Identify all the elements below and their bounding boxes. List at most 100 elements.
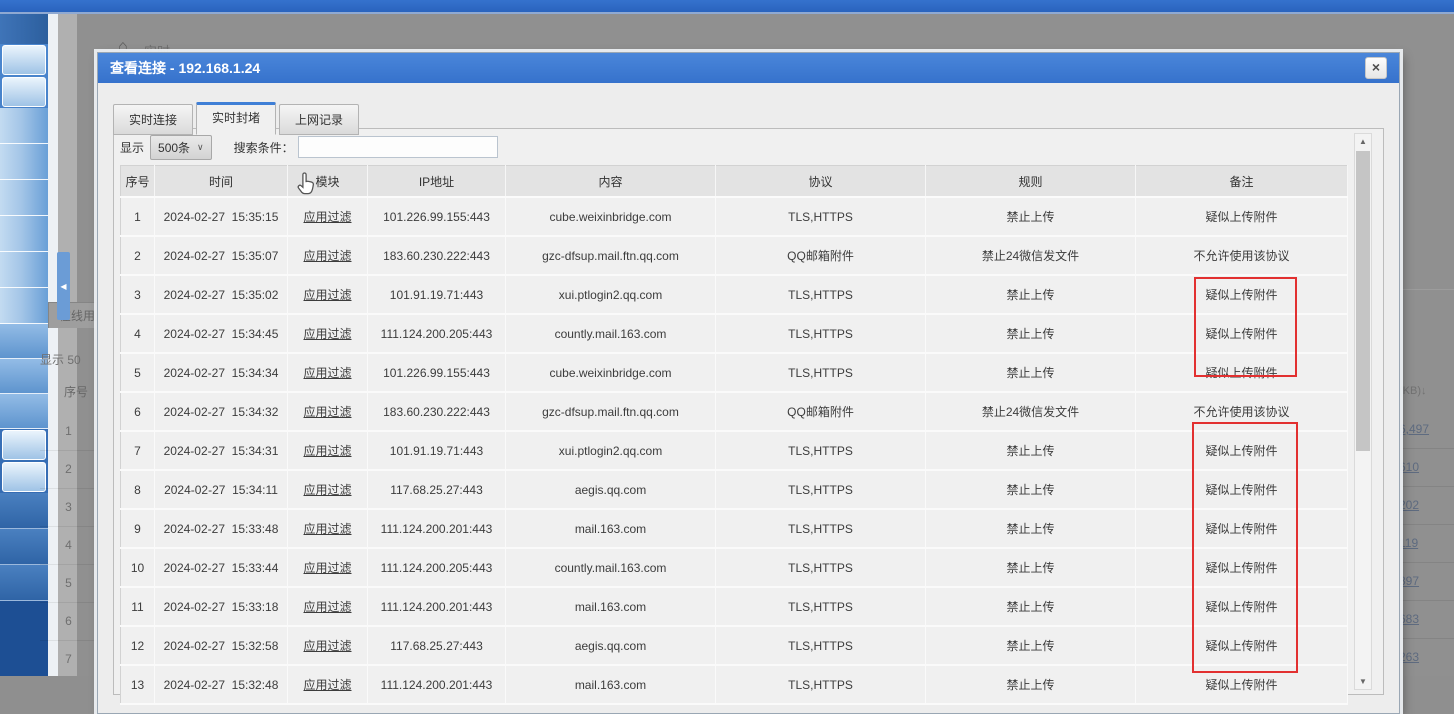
background-kb-link[interactable]: 119: [1399, 525, 1454, 563]
sidebar-item[interactable]: [0, 180, 48, 216]
background-row-number: 4: [40, 527, 97, 565]
scroll-up-icon[interactable]: ▲: [1355, 134, 1371, 149]
dialog-title: 查看连接 - 192.168.1.24: [110, 58, 260, 78]
scroll-down-icon[interactable]: ▼: [1355, 674, 1371, 689]
cell-index: 2: [121, 236, 155, 275]
background-kb-link[interactable]: 202: [1399, 487, 1454, 525]
cell-module[interactable]: 应用过滤: [288, 275, 368, 314]
col-header-rule: 规则: [926, 166, 1136, 198]
table-row[interactable]: 52024-02-27 15:34:34应用过滤101.226.99.155:4…: [121, 353, 1348, 392]
cell-module[interactable]: 应用过滤: [288, 392, 368, 431]
table-row[interactable]: 62024-02-27 15:34:32应用过滤183.60.230.222:4…: [121, 392, 1348, 431]
cell-rule: 禁止上传: [926, 314, 1136, 353]
cell-rule: 禁止上传: [926, 665, 1136, 704]
cell-remark: 疑似上传附件: [1136, 353, 1348, 392]
table-row[interactable]: 132024-02-27 15:32:48应用过滤111.124.200.201…: [121, 665, 1348, 704]
col-header-remark: 备注: [1136, 166, 1348, 198]
vertical-scrollbar[interactable]: ▲ ▼: [1354, 133, 1372, 690]
cell-time: 2024-02-27 15:34:32: [155, 392, 288, 431]
table-row[interactable]: 72024-02-27 15:34:31应用过滤101.91.19.71:443…: [121, 431, 1348, 470]
sidebar-item[interactable]: [2, 45, 46, 75]
cell-rule: 禁止24微信发文件: [926, 236, 1136, 275]
tab-internet-records[interactable]: 上网记录: [279, 104, 359, 135]
cell-time: 2024-02-27 15:35:02: [155, 275, 288, 314]
table-row[interactable]: 112024-02-27 15:33:18应用过滤111.124.200.201…: [121, 587, 1348, 626]
table-row[interactable]: 82024-02-27 15:34:11应用过滤117.68.25.27:443…: [121, 470, 1348, 509]
table-row[interactable]: 42024-02-27 15:34:45应用过滤111.124.200.205:…: [121, 314, 1348, 353]
scrollbar-thumb[interactable]: [1356, 151, 1370, 451]
cell-module[interactable]: 应用过滤: [288, 431, 368, 470]
close-icon[interactable]: ×: [1365, 57, 1387, 79]
cell-index: 4: [121, 314, 155, 353]
cell-protocol: QQ邮箱附件: [716, 236, 926, 275]
cell-ip: 101.91.19.71:443: [368, 275, 506, 314]
top-bar: [0, 0, 1454, 14]
cell-ip: 183.60.230.222:443: [368, 392, 506, 431]
background-kb-link[interactable]: 610: [1399, 449, 1454, 487]
dialog-titlebar[interactable]: 查看连接 - 192.168.1.24 ×: [98, 53, 1399, 83]
cell-module[interactable]: 应用过滤: [288, 587, 368, 626]
sidebar-item[interactable]: [0, 216, 48, 252]
cell-rule: 禁止上传: [926, 197, 1136, 236]
collapse-left-arrow-icon: ◀: [60, 282, 66, 291]
cell-module[interactable]: 应用过滤: [288, 470, 368, 509]
cell-module[interactable]: 应用过滤: [288, 665, 368, 704]
cell-protocol: TLS,HTTPS: [716, 314, 926, 353]
background-kb-link[interactable]: 6,497: [1399, 411, 1454, 449]
cell-time: 2024-02-27 15:34:11: [155, 470, 288, 509]
cell-content: countly.mail.163.com: [506, 314, 716, 353]
page-size-select[interactable]: 500条 ∨: [150, 135, 212, 160]
cell-index: 6: [121, 392, 155, 431]
background-kb-link[interactable]: 263: [1399, 639, 1454, 676]
cell-protocol: TLS,HTTPS: [716, 470, 926, 509]
table-row[interactable]: 32024-02-27 15:35:02应用过滤101.91.19.71:443…: [121, 275, 1348, 314]
cell-protocol: TLS,HTTPS: [716, 548, 926, 587]
blocked-table-wrap: 序号时间模块IP地址内容协议规则备注 12024-02-27 15:35:15应…: [120, 165, 1347, 705]
cell-module[interactable]: 应用过滤: [288, 626, 368, 665]
cell-module[interactable]: 应用过滤: [288, 353, 368, 392]
tab-realtime-connections[interactable]: 实时连接: [113, 104, 193, 135]
table-row[interactable]: 22024-02-27 15:35:07应用过滤183.60.230.222:4…: [121, 236, 1348, 275]
cell-remark: 疑似上传附件: [1136, 548, 1348, 587]
background-row-numbers: 1234567: [40, 413, 97, 676]
table-row[interactable]: 102024-02-27 15:33:44应用过滤111.124.200.205…: [121, 548, 1348, 587]
sidebar-collapse-handle[interactable]: ◀: [57, 252, 70, 320]
background-kb-header[interactable]: (KB)↓: [1399, 385, 1427, 397]
cell-remark: 疑似上传附件: [1136, 626, 1348, 665]
cell-module[interactable]: 应用过滤: [288, 509, 368, 548]
cell-rule: 禁止上传: [926, 353, 1136, 392]
tab-realtime-blocking[interactable]: 实时封堵: [196, 102, 276, 135]
background-kb-link[interactable]: 897: [1399, 563, 1454, 601]
cell-remark: 疑似上传附件: [1136, 587, 1348, 626]
col-header-ip: IP地址: [368, 166, 506, 198]
cell-content: gzc-dfsup.mail.ftn.qq.com: [506, 236, 716, 275]
cell-module[interactable]: 应用过滤: [288, 548, 368, 587]
cell-ip: 117.68.25.27:443: [368, 470, 506, 509]
cell-index: 13: [121, 665, 155, 704]
cell-content: cube.weixinbridge.com: [506, 353, 716, 392]
table-row[interactable]: 92024-02-27 15:33:48应用过滤111.124.200.201:…: [121, 509, 1348, 548]
cell-time: 2024-02-27 15:34:45: [155, 314, 288, 353]
background-row-number: 5: [40, 565, 97, 603]
col-header-content: 内容: [506, 166, 716, 198]
cell-module[interactable]: 应用过滤: [288, 236, 368, 275]
sidebar-item[interactable]: [0, 108, 48, 144]
sidebar-item[interactable]: [2, 77, 46, 107]
table-row[interactable]: 12024-02-27 15:35:15应用过滤101.226.99.155:4…: [121, 197, 1348, 236]
cell-module[interactable]: 应用过滤: [288, 197, 368, 236]
sidebar-item[interactable]: [0, 252, 48, 288]
cell-index: 12: [121, 626, 155, 665]
view-connection-dialog: 查看连接 - 192.168.1.24 × 实时连接 实时封堵 上网记录 显示 …: [97, 52, 1400, 714]
search-input[interactable]: [298, 136, 498, 158]
background-tab-online-users[interactable]: 在线用户: [48, 302, 97, 328]
sidebar-item[interactable]: [0, 144, 48, 180]
cell-content: gzc-dfsup.mail.ftn.qq.com: [506, 392, 716, 431]
table-row[interactable]: 122024-02-27 15:32:58应用过滤117.68.25.27:44…: [121, 626, 1348, 665]
cell-remark: 不允许使用该协议: [1136, 392, 1348, 431]
cell-index: 9: [121, 509, 155, 548]
cell-remark: 疑似上传附件: [1136, 197, 1348, 236]
cell-module[interactable]: 应用过滤: [288, 314, 368, 353]
background-kb-link[interactable]: 683: [1399, 601, 1454, 639]
cell-content: aegis.qq.com: [506, 470, 716, 509]
sidebar-item[interactable]: [0, 14, 48, 44]
